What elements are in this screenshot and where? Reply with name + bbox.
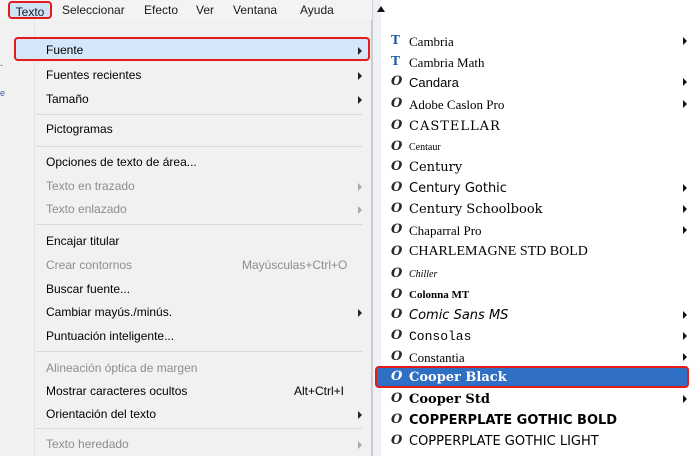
menu-icon-gutter <box>34 20 35 456</box>
menu-item-texto-enlazado[interactable]: Texto enlazado <box>46 202 127 216</box>
opentype-icon: O <box>391 180 403 195</box>
menu-ayuda[interactable]: Ayuda <box>300 2 334 18</box>
chevron-right-icon <box>683 78 687 86</box>
menu-item-texto-heredado[interactable]: Texto heredado <box>46 437 129 451</box>
font-item-charlemagne-std-bold[interactable]: O CHARLEMAGNE STD BOLD <box>373 241 690 263</box>
chevron-right-icon <box>683 395 687 403</box>
menu-item-crear-contornos[interactable]: Crear contornos <box>46 258 132 272</box>
opentype-icon: O <box>391 307 403 322</box>
menu-item-pictogramas[interactable]: Pictogramas <box>46 122 113 136</box>
chevron-right-icon <box>683 311 687 319</box>
font-item-candara[interactable]: O Candara <box>373 71 690 93</box>
font-item-chiller[interactable]: O Chiller <box>373 263 690 285</box>
canvas-edge-mark: - <box>0 60 3 70</box>
menu-separator <box>36 146 362 147</box>
opentype-icon: O <box>391 349 403 364</box>
menu-ver[interactable]: Ver <box>196 2 214 18</box>
chevron-right-icon <box>358 411 362 419</box>
font-item-cambria-math[interactable]: T Cambria Math <box>373 51 690 73</box>
menu-separator <box>36 428 362 429</box>
opentype-icon: O <box>391 244 403 259</box>
font-item-cooper-black[interactable]: O Cooper Black <box>373 366 690 388</box>
menu-bar: Texto Seleccionar Efecto Ver Ventana Ayu… <box>0 0 372 21</box>
opentype-icon: O <box>391 287 403 302</box>
menu-item-buscar-fuente[interactable]: Buscar fuente... <box>46 282 130 296</box>
canvas-edge-mark: e <box>0 88 6 98</box>
chevron-right-icon <box>683 100 687 108</box>
menu-separator <box>36 114 362 115</box>
menu-item-tamano[interactable]: Tamaño <box>46 92 89 106</box>
font-item-colonna-mt[interactable]: O Colonna MT <box>373 284 690 306</box>
chevron-right-icon <box>683 353 687 361</box>
chevron-right-icon <box>358 96 362 104</box>
font-item-cooper-std[interactable]: O Cooper Std <box>373 388 690 410</box>
opentype-icon: O <box>391 118 403 133</box>
font-item-chaparral-pro[interactable]: O Chaparral Pro <box>373 219 690 241</box>
opentype-icon: O <box>391 369 403 384</box>
font-item-centaur[interactable]: O Centaur <box>373 136 690 158</box>
chevron-right-icon <box>358 183 362 191</box>
font-item-comic-sans-ms[interactable]: O Comic Sans MS <box>373 304 690 326</box>
menu-separator <box>36 351 362 352</box>
scroll-up-arrow-icon[interactable] <box>377 6 385 12</box>
font-submenu: T Cambria T Cambria Math O Candara O Ado… <box>372 0 690 456</box>
truetype-icon: T <box>391 33 400 47</box>
opentype-icon: O <box>391 391 403 406</box>
font-item-constantia[interactable]: O Constantia <box>373 346 690 368</box>
font-item-cambria[interactable]: T Cambria <box>373 30 690 52</box>
chevron-right-icon <box>358 309 362 317</box>
chevron-right-icon <box>683 226 687 234</box>
chevron-right-icon <box>683 184 687 192</box>
chevron-right-icon <box>358 72 362 80</box>
menu-texto[interactable]: Texto <box>8 1 52 19</box>
font-item-castellar[interactable]: O CASTELLAR <box>373 115 690 137</box>
opentype-icon: O <box>391 159 403 174</box>
opentype-icon: O <box>391 201 403 216</box>
chevron-right-icon <box>683 332 687 340</box>
menu-efecto[interactable]: Efecto <box>144 2 178 18</box>
font-item-century-gothic[interactable]: O Century Gothic <box>373 177 690 199</box>
chevron-right-icon <box>683 205 687 213</box>
menu-item-cambiar-mayus-minus[interactable]: Cambiar mayús./minús. <box>46 305 172 319</box>
font-item-century[interactable]: O Century <box>373 156 690 178</box>
menu-item-mostrar-caracteres-ocultos[interactable]: Mostrar caracteres ocultos <box>46 384 187 398</box>
chevron-right-icon <box>358 206 362 214</box>
font-item-copperplate-gothic-bold[interactable]: O COPPERPLATE GOTHIC BOLD <box>373 409 690 431</box>
font-item-adobe-caslon-pro[interactable]: O Adobe Caslon Pro <box>373 93 690 115</box>
opentype-icon: O <box>391 433 403 448</box>
opentype-icon: O <box>391 96 403 111</box>
font-item-century-schoolbook[interactable]: O Century Schoolbook <box>373 198 690 220</box>
menu-item-orientacion-texto[interactable]: Orientación del texto <box>46 407 156 421</box>
menu-item-puntuacion-inteligente[interactable]: Puntuación inteligente... <box>46 329 174 343</box>
font-item-copperplate-gothic-light[interactable]: O COPPERPLATE GOTHIC LIGHT <box>373 430 690 452</box>
font-item-consolas[interactable]: O Consolas <box>373 325 690 347</box>
opentype-icon: O <box>391 74 403 89</box>
menu-separator <box>36 224 362 225</box>
chevron-right-icon <box>683 37 687 45</box>
chevron-right-icon <box>358 47 362 55</box>
opentype-icon: O <box>391 412 403 427</box>
menu-ventana[interactable]: Ventana <box>233 2 277 18</box>
menu-item-fuente[interactable]: Fuente <box>46 43 83 57</box>
chevron-right-icon <box>358 441 362 449</box>
opentype-icon: O <box>391 328 403 343</box>
opentype-icon: O <box>391 222 403 237</box>
menu-item-encajar-titular[interactable]: Encajar titular <box>46 234 119 248</box>
menu-item-fuentes-recientes[interactable]: Fuentes recientes <box>46 68 141 82</box>
menu-item-texto-en-trazado[interactable]: Texto en trazado <box>46 179 135 193</box>
shortcut-mostrar-caracteres: Alt+Ctrl+I <box>294 384 345 398</box>
opentype-icon: O <box>391 266 403 281</box>
opentype-icon: O <box>391 139 403 154</box>
shortcut-crear-contornos: Mayúsculas+Ctrl+O <box>242 258 348 272</box>
menu-seleccionar[interactable]: Seleccionar <box>62 2 125 18</box>
truetype-icon: T <box>391 54 400 68</box>
menu-item-alineacion-optica[interactable]: Alineación óptica de margen <box>46 361 197 375</box>
menu-item-opciones-texto-area[interactable]: Opciones de texto de área... <box>46 155 197 169</box>
